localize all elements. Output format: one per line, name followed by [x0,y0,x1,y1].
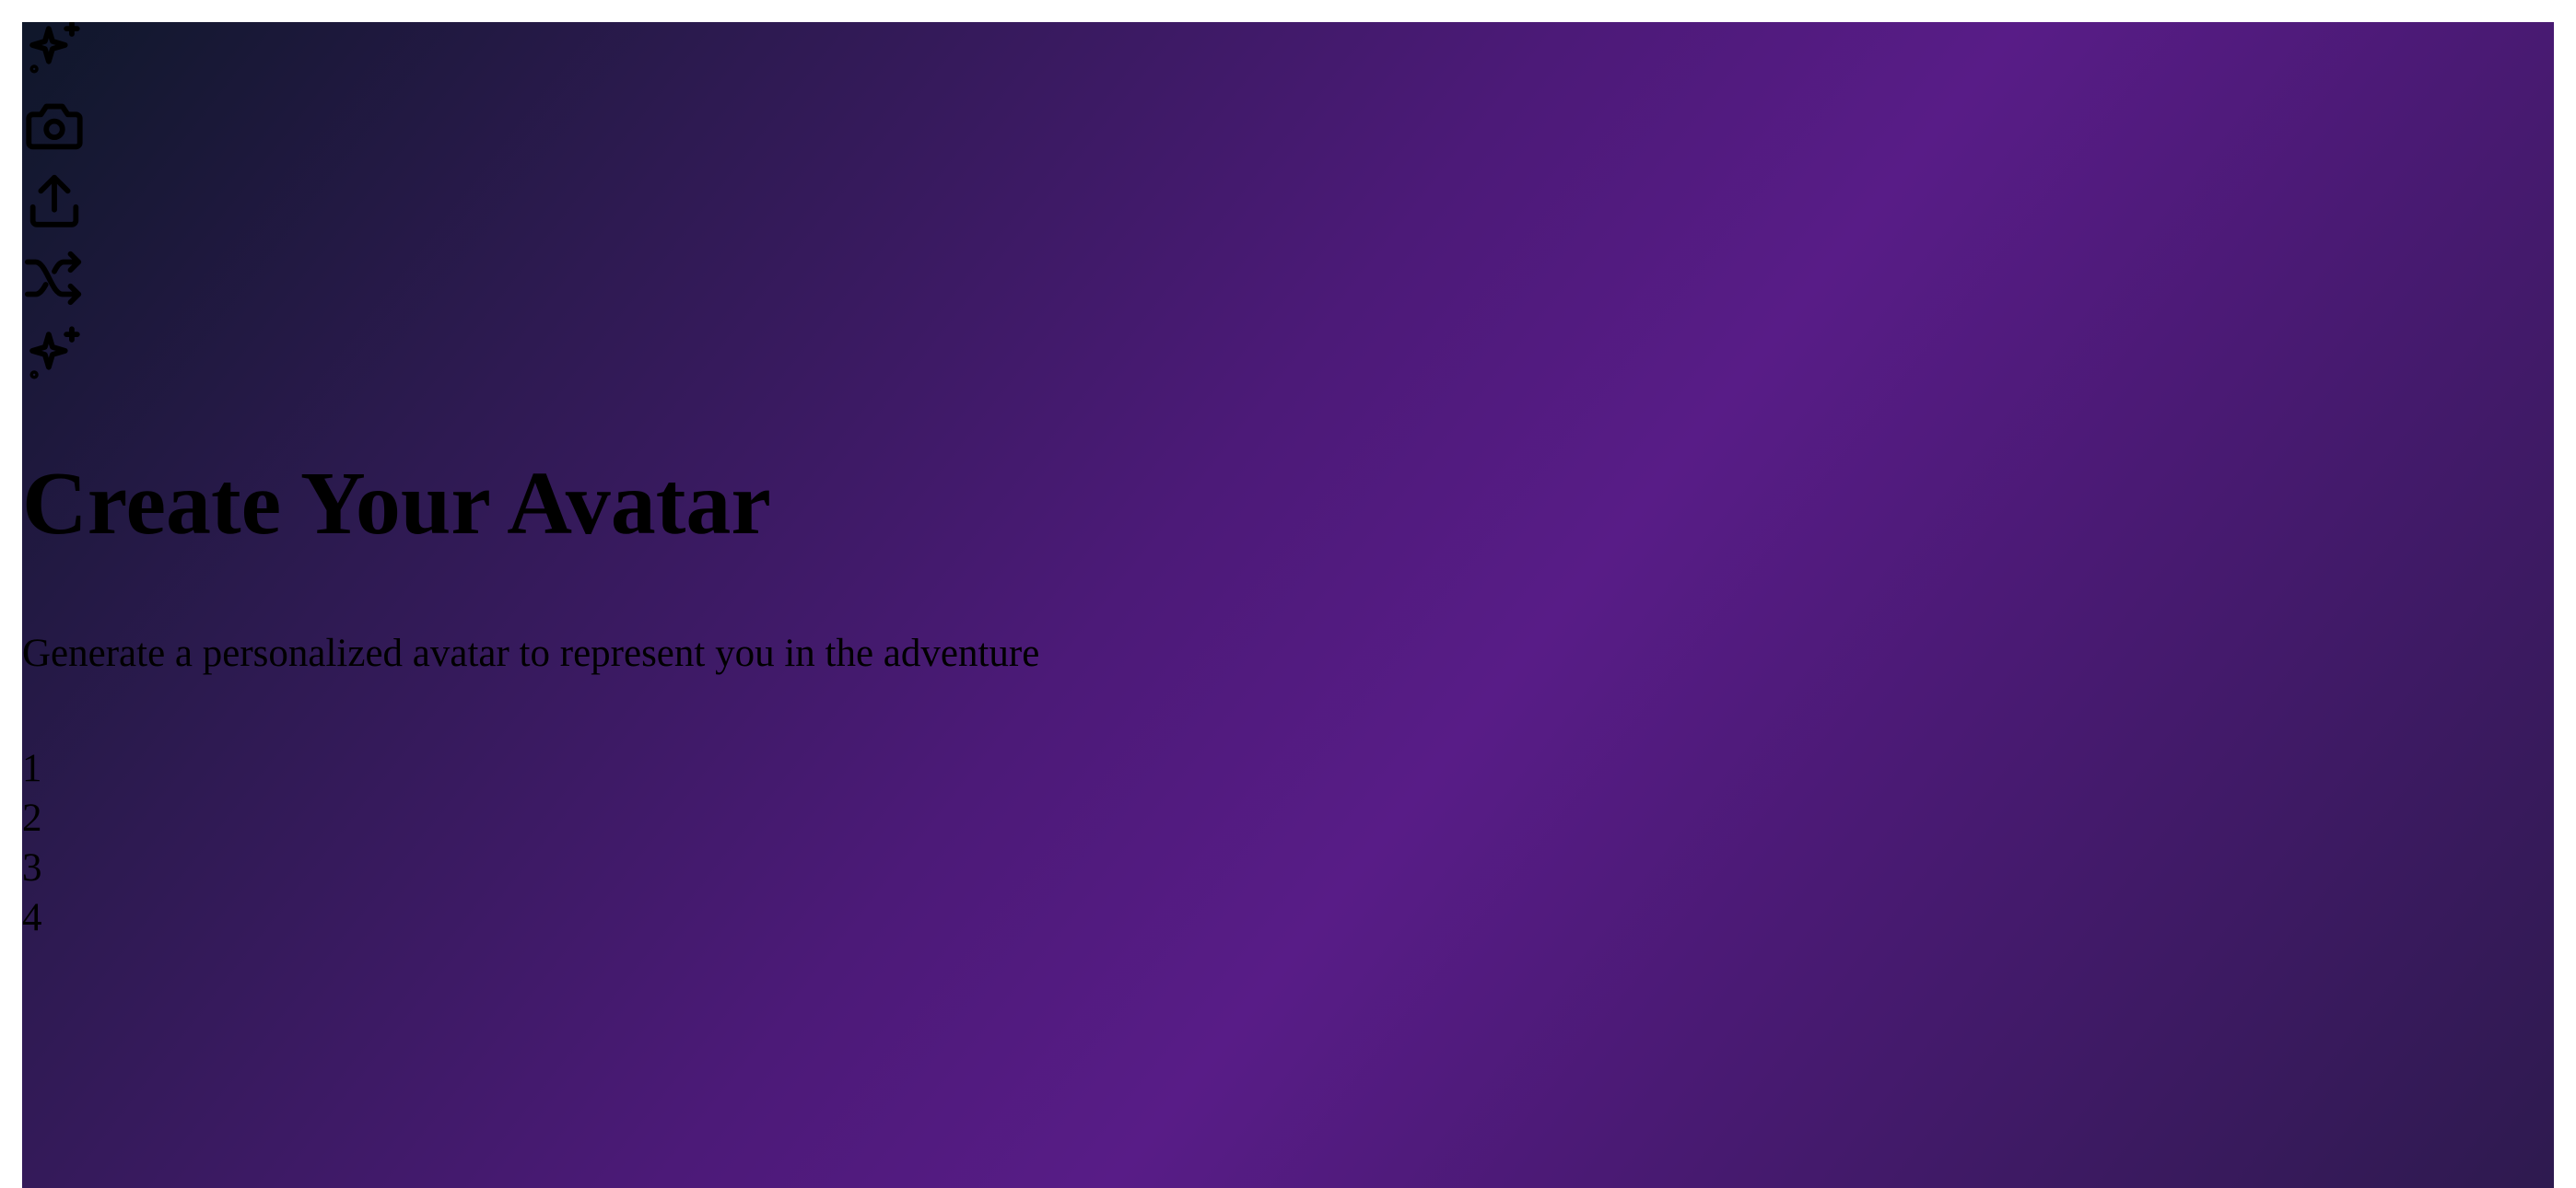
step-item[interactable]: 4 [22,893,42,943]
icon-column [22,22,90,399]
sparkles-icon [22,22,90,85]
page-subtitle: Generate a personalized avatar to repres… [22,632,1040,675]
camera-icon[interactable] [22,93,90,161]
avatar-creator-screen: Create Your Avatar Generate a personaliz… [22,22,2554,1188]
sparkles-icon [22,322,90,390]
step-list: 1 2 3 4 [22,744,42,943]
shuffle-icon[interactable] [22,246,90,314]
step-item[interactable]: 2 [22,794,42,844]
step-item[interactable]: 3 [22,844,42,893]
upload-icon[interactable] [22,169,90,238]
page-title: Create Your Avatar [22,454,771,553]
step-item[interactable]: 1 [22,744,42,794]
